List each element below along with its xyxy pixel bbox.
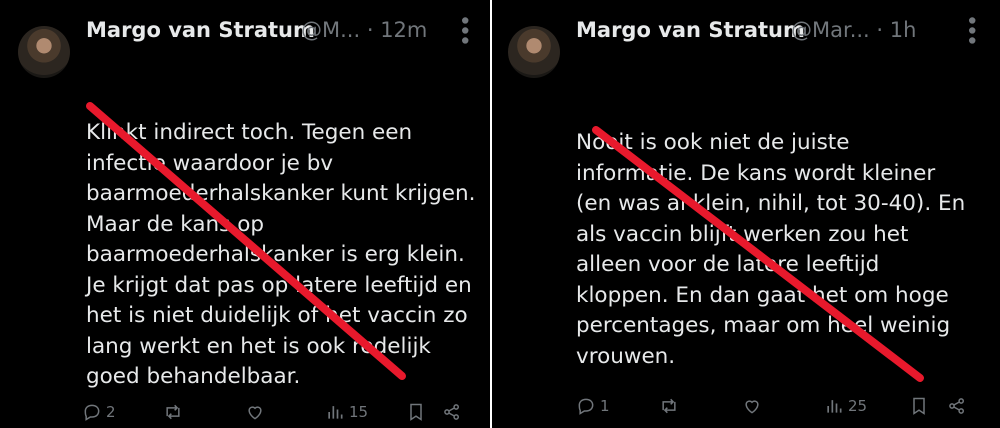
author-name[interactable]: Margo van Stratum [86, 18, 315, 42]
retweet-icon [166, 404, 180, 420]
more-icon[interactable]: ••• [451, 14, 476, 44]
tweet-text: Nooit is ook niet de juiste informatie. … [576, 130, 966, 369]
share-icon [949, 398, 964, 414]
bookmark-button[interactable] [406, 402, 426, 422]
reply-count: 2 [106, 403, 116, 421]
views-icon [827, 400, 842, 413]
handle-text: @Mar... [791, 18, 870, 42]
views-count: 25 [848, 397, 868, 415]
reply-icon [84, 404, 100, 421]
handle-text: @M... [301, 18, 361, 42]
avatar[interactable] [18, 26, 70, 78]
author-handle[interactable]: @Mar... · 1h [791, 18, 916, 42]
timestamp[interactable]: · 1h [876, 18, 916, 42]
retweet-button[interactable] [659, 396, 679, 416]
like-button[interactable] [245, 402, 265, 422]
share-icon [444, 404, 459, 420]
like-icon [248, 406, 262, 420]
avatar[interactable] [508, 26, 560, 78]
views-button[interactable]: 25 [824, 396, 867, 416]
retweet-icon [662, 398, 676, 414]
views-button[interactable]: 15 [325, 402, 368, 422]
like-icon [745, 400, 759, 414]
more-icon[interactable]: ••• [958, 14, 983, 44]
author-handle[interactable]: @M... · 12m [301, 18, 427, 42]
views-count: 15 [349, 403, 369, 421]
reply-icon [578, 398, 594, 415]
tweet-panel-right[interactable]: Margo van Stratum @Mar... · 1h ••• Nooit… [492, 0, 1000, 428]
tweet-text: Klinkt indirect toch. Tegen een infectie… [86, 120, 476, 389]
bookmark-icon [913, 397, 925, 415]
bookmark-button[interactable] [909, 396, 929, 416]
reply-button[interactable]: 1 [576, 396, 610, 416]
author-name[interactable]: Margo van Stratum [576, 18, 805, 42]
reply-button[interactable]: 2 [82, 402, 116, 422]
reply-count: 1 [600, 397, 610, 415]
views-icon [328, 406, 343, 419]
share-button[interactable] [442, 402, 462, 422]
share-button[interactable] [947, 396, 967, 416]
bookmark-icon [410, 403, 422, 421]
retweet-button[interactable] [163, 402, 183, 422]
timestamp[interactable]: · 12m [367, 18, 428, 42]
tweet-panel-left[interactable]: Margo van Stratum @M... · 12m ••• Klinkt… [0, 0, 490, 428]
like-button[interactable] [742, 396, 762, 416]
